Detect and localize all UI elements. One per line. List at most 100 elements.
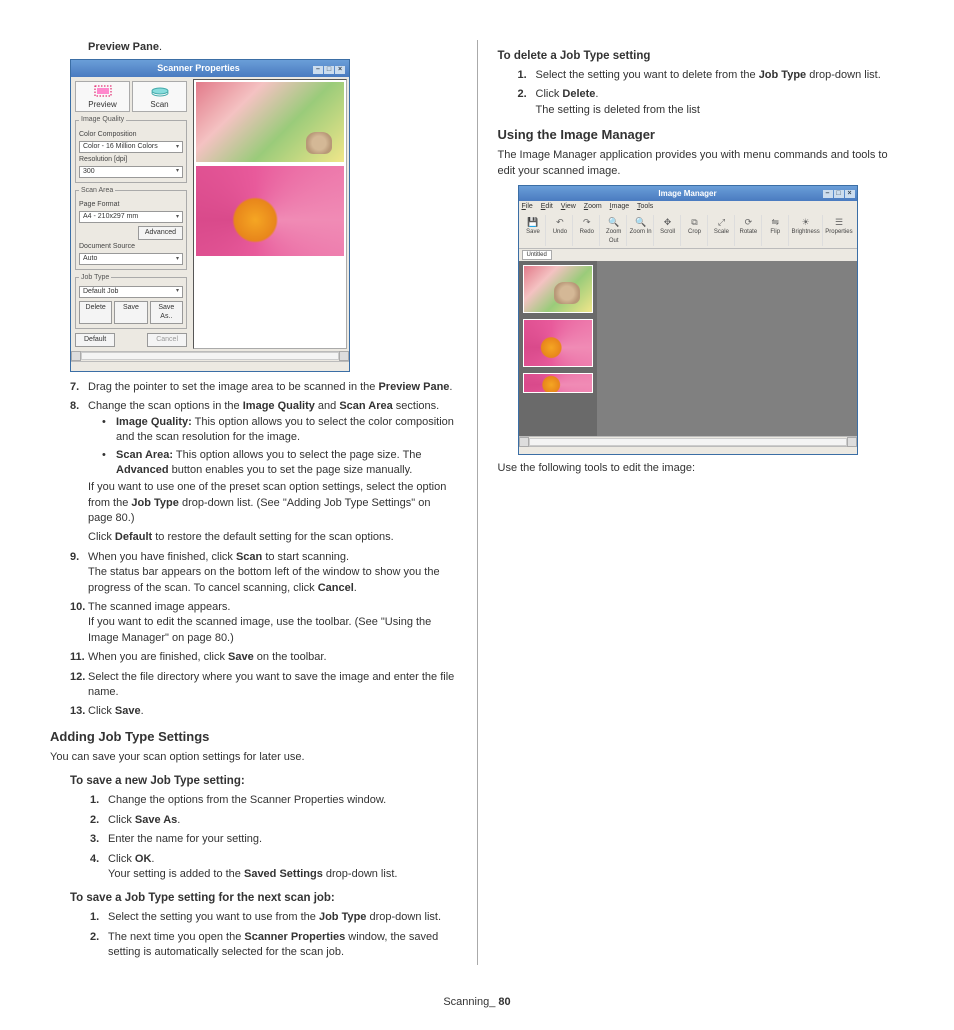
save-icon: 💾 bbox=[521, 216, 546, 228]
undo-icon: ↶ bbox=[547, 216, 572, 228]
minimize-icon[interactable]: – bbox=[823, 190, 833, 198]
scale-icon: ⤢ bbox=[709, 216, 734, 228]
close-icon[interactable]: × bbox=[845, 190, 855, 198]
thumbnail-2[interactable] bbox=[523, 319, 593, 367]
tool-crop[interactable]: ⧉Crop bbox=[682, 215, 708, 246]
scrollbar[interactable] bbox=[519, 436, 857, 446]
scrollbar[interactable] bbox=[71, 351, 349, 361]
job-type-group: Job Type Default Job▾ Delete Save Save A… bbox=[75, 273, 187, 329]
step-12: 12.Select the file directory where you w… bbox=[70, 670, 457, 701]
thumbnail-1[interactable] bbox=[523, 265, 593, 313]
scan-icon bbox=[133, 83, 186, 99]
zoom-out-icon: 🔍 bbox=[601, 216, 626, 228]
scan-button[interactable]: Scan bbox=[132, 81, 187, 112]
delete-button[interactable]: Delete bbox=[79, 301, 112, 325]
tool-properties[interactable]: ☰Properties bbox=[824, 215, 855, 246]
tool-scale[interactable]: ⤢Scale bbox=[709, 215, 735, 246]
menu-zoom[interactable]: Zoom bbox=[584, 203, 602, 210]
save-new-2: 2.Click Save As. bbox=[90, 813, 457, 828]
tab-untitled[interactable]: Untitled bbox=[522, 250, 552, 260]
color-composition-label: Color Composition bbox=[79, 130, 183, 140]
minimize-icon[interactable]: – bbox=[313, 66, 323, 74]
window-controls: –□× bbox=[312, 62, 345, 75]
thumbnail-panel bbox=[519, 261, 597, 436]
step-10: 10.The scanned image appears. If you wan… bbox=[70, 600, 457, 646]
menu-view[interactable]: View bbox=[561, 203, 576, 210]
heading-save-next: To save a Job Type setting for the next … bbox=[70, 890, 457, 906]
tool-redo[interactable]: ↷Redo bbox=[574, 215, 600, 246]
window-titlebar: Image Manager –□× bbox=[519, 186, 857, 201]
close-icon[interactable]: × bbox=[335, 66, 345, 74]
default-button[interactable]: Default bbox=[75, 333, 115, 347]
tool-flip[interactable]: ⇋Flip bbox=[763, 215, 789, 246]
bullet-image-quality: Image Quality: This option allows you to… bbox=[102, 415, 457, 446]
tool-zoom-in[interactable]: 🔍Zoom In bbox=[628, 215, 654, 246]
advanced-button[interactable]: Advanced bbox=[138, 226, 183, 240]
tool-rotate[interactable]: ⟳Rotate bbox=[736, 215, 762, 246]
resolution-label: Resolution [dpi] bbox=[79, 155, 183, 165]
page-format-dropdown[interactable]: A4 - 210x297 mm▾ bbox=[79, 211, 183, 223]
chevron-down-icon: ▾ bbox=[176, 255, 179, 263]
bullet-scan-area: Scan Area: This option allows you to sel… bbox=[102, 448, 457, 479]
toolbar: 💾Save ↶Undo ↷Redo 🔍Zoom Out 🔍Zoom In ✥Sc… bbox=[519, 213, 857, 249]
im-after-text: Use the following tools to edit the imag… bbox=[498, 461, 905, 476]
tool-zoom-out[interactable]: 🔍Zoom Out bbox=[601, 215, 627, 246]
save-new-3: 3.Enter the name for your setting. bbox=[90, 832, 457, 847]
job-type-dropdown[interactable]: Default Job▾ bbox=[79, 286, 183, 298]
thumbnail-3[interactable] bbox=[523, 373, 593, 393]
maximize-icon[interactable]: □ bbox=[324, 66, 334, 74]
color-composition-dropdown[interactable]: Color - 16 Million Colors▾ bbox=[79, 141, 183, 153]
preview-icon bbox=[76, 83, 129, 99]
status-bar bbox=[519, 446, 857, 454]
chevron-down-icon: ▾ bbox=[176, 213, 179, 221]
brightness-icon: ☀ bbox=[790, 216, 822, 228]
heading-delete-job-type: To delete a Job Type setting bbox=[498, 48, 905, 64]
window-controls: –□× bbox=[822, 187, 855, 198]
save-as-button[interactable]: Save As.. bbox=[150, 301, 183, 325]
menu-file[interactable]: File bbox=[522, 203, 533, 210]
step-11: 11.When you are finished, click Save on … bbox=[70, 650, 457, 665]
resolution-dropdown[interactable]: 300▾ bbox=[79, 166, 183, 178]
image-quality-group: Image Quality Color Composition Color - … bbox=[75, 115, 187, 182]
delete-2: 2.Click Delete. The setting is deleted f… bbox=[518, 87, 905, 118]
heading-image-manager: Using the Image Manager bbox=[498, 126, 905, 144]
step-13: 13.Click Save. bbox=[70, 704, 457, 719]
properties-icon: ☰ bbox=[824, 216, 855, 228]
save-new-1: 1.Change the options from the Scanner Pr… bbox=[90, 793, 457, 808]
preview-image-1 bbox=[196, 82, 344, 162]
tool-save[interactable]: 💾Save bbox=[521, 215, 547, 246]
save-new-4: 4.Click OK. Your setting is added to the… bbox=[90, 852, 457, 883]
preview-button[interactable]: Preview bbox=[75, 81, 130, 112]
crop-icon: ⧉ bbox=[682, 216, 707, 228]
step-7: 7.Drag the pointer to set the image area… bbox=[70, 380, 457, 395]
menu-image[interactable]: Image bbox=[610, 203, 629, 210]
save-next-2: 2.The next time you open the Scanner Pro… bbox=[90, 930, 457, 961]
delete-1: 1.Select the setting you want to delete … bbox=[518, 68, 905, 83]
menu-edit[interactable]: Edit bbox=[541, 203, 553, 210]
canvas-area[interactable] bbox=[597, 261, 857, 436]
tool-brightness[interactable]: ☀Brightness bbox=[790, 215, 823, 246]
maximize-icon[interactable]: □ bbox=[834, 190, 844, 198]
scan-area-group: Scan Area Page Format A4 - 210x297 mm▾ A… bbox=[75, 186, 187, 270]
heading-save-new: To save a new Job Type setting: bbox=[70, 773, 457, 789]
preview-pane-label: Preview Pane bbox=[88, 41, 159, 53]
window-title: Image Manager bbox=[658, 188, 716, 199]
save-next-1: 1.Select the setting you want to use fro… bbox=[90, 910, 457, 925]
status-bar bbox=[71, 361, 349, 371]
page-format-label: Page Format bbox=[79, 200, 183, 210]
preview-image-2 bbox=[196, 166, 344, 256]
document-source-dropdown[interactable]: Auto▾ bbox=[79, 253, 183, 265]
flip-icon: ⇋ bbox=[763, 216, 788, 228]
preview-pane[interactable] bbox=[193, 79, 347, 349]
zoom-in-icon: 🔍 bbox=[628, 216, 653, 228]
tool-scroll[interactable]: ✥Scroll bbox=[655, 215, 681, 246]
save-button[interactable]: Save bbox=[114, 301, 147, 325]
im-intro: The Image Manager application provides y… bbox=[498, 148, 905, 179]
redo-icon: ↷ bbox=[574, 216, 599, 228]
tool-undo[interactable]: ↶Undo bbox=[547, 215, 573, 246]
menubar[interactable]: File Edit View Zoom Image Tools bbox=[519, 201, 857, 213]
document-source-label: Document Source bbox=[79, 242, 183, 252]
page-footer: Scanning_ 80 bbox=[50, 995, 904, 1010]
menu-tools[interactable]: Tools bbox=[637, 203, 653, 210]
cancel-button[interactable]: Cancel bbox=[147, 333, 187, 347]
